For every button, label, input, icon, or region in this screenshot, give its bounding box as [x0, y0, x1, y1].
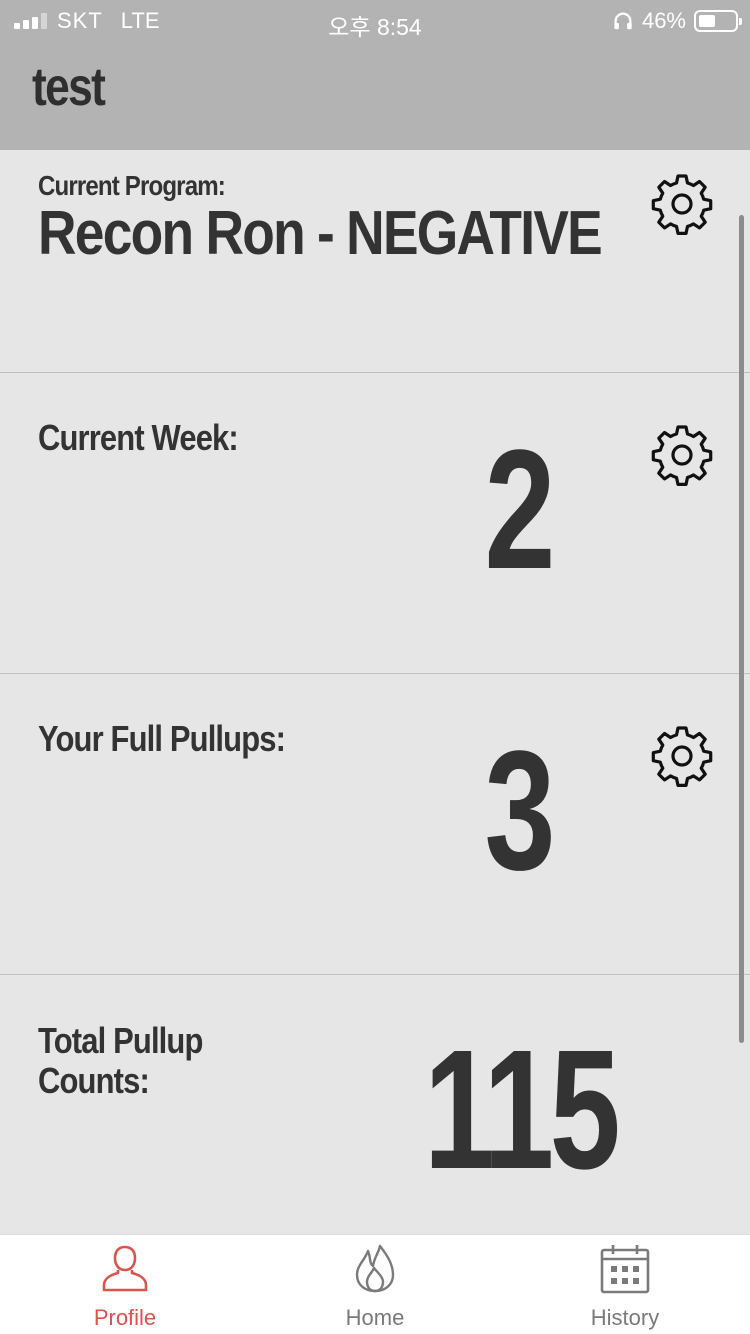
- total-pullups-card: Total Pullup Counts: 115: [0, 975, 750, 1234]
- flame-icon: [355, 1244, 395, 1293]
- full-pullups-value: 3: [484, 716, 556, 906]
- current-program-card: Current Program: Recon Ron - NEGATIVE: [0, 150, 750, 373]
- full-pullups-label: Your Full Pullups:: [38, 718, 286, 759]
- tab-profile-label: Profile: [93, 1305, 157, 1330]
- person-icon: [102, 1245, 148, 1292]
- current-week-value: 2: [484, 415, 556, 605]
- tab-history-label: History: [590, 1305, 660, 1330]
- calendar-icon: [600, 1245, 650, 1294]
- program-settings-gear-icon[interactable]: [650, 172, 714, 236]
- tab-home[interactable]: Home: [250, 1235, 500, 1334]
- app-header: SKT LTE 오후 8:54 46% test: [0, 0, 750, 150]
- current-program-name: Recon Ron - NEGATIVE: [38, 199, 603, 268]
- status-right: 46%: [612, 8, 742, 34]
- current-week-label: Current Week:: [38, 417, 239, 458]
- full-pullups-card: Your Full Pullups: 3: [0, 674, 750, 975]
- tab-bar: Profile Home History: [0, 1234, 750, 1334]
- battery-percent: 46%: [641, 8, 686, 33]
- current-week-card: Current Week: 2: [0, 373, 750, 674]
- battery-icon: [694, 10, 742, 32]
- headphones-icon: [614, 12, 632, 30]
- status-bar: SKT LTE 오후 8:54 46%: [0, 0, 750, 40]
- scrollbar[interactable]: [739, 215, 744, 1043]
- week-settings-gear-icon[interactable]: [650, 423, 714, 487]
- pullups-settings-gear-icon[interactable]: [650, 724, 714, 788]
- total-pullups-label: Total Pullup Counts:: [38, 1020, 203, 1101]
- tab-history[interactable]: History: [500, 1235, 750, 1334]
- tab-profile[interactable]: Profile: [0, 1235, 250, 1334]
- page-title: test: [32, 57, 106, 117]
- tab-home-label: Home: [345, 1305, 405, 1330]
- total-pullups-value: 115: [423, 1015, 621, 1205]
